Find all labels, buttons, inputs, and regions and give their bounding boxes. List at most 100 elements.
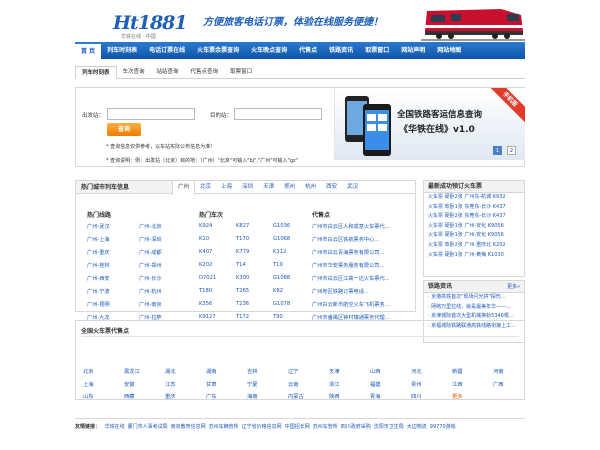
province-link[interactable]: 青海 [370,392,381,400]
province-link[interactable]: 宁夏 [247,380,258,388]
train-number-link[interactable]: K10 [199,236,209,242]
train-number-link[interactable]: K827 [236,223,249,229]
province-link[interactable]: 重庆 [165,392,176,400]
train-number-link[interactable]: T265 [236,288,249,294]
friend-link[interactable]: 南京教育信息网 [171,424,206,430]
province-link[interactable]: 山西 [370,367,381,375]
booking-row[interactable]: 火车票 硬卧2张 广州东-杭城 K932 [424,193,524,203]
train-number-link[interactable]: T14 [236,262,246,268]
hot-line-link[interactable]: 广州-成都 [139,249,162,256]
province-link[interactable]: 海南 [247,392,258,400]
train-number-link[interactable]: T170 [236,236,249,242]
hot-line-link[interactable]: 广州-重庆 [87,249,110,256]
city-tab[interactable]: 天津 [258,181,279,194]
province-link[interactable]: 上海 [83,380,94,388]
province-link[interactable]: 湖北 [165,367,176,375]
hot-line-link[interactable]: 广州-南京 [139,301,162,308]
booking-row[interactable]: 火车票 软卧1张 东莞东-长沙 K437 [424,203,524,213]
friend-link[interactable]: 沈阳市卫生局 [374,424,404,430]
city-tab[interactable]: 上海 [216,181,237,194]
city-tab[interactable]: 西安 [321,181,342,194]
train-number-link[interactable]: K779 [236,249,249,255]
tab-ticket-window[interactable]: 取票窗口 [224,66,258,78]
tab-station-query[interactable]: 站站查询 [151,66,185,78]
nav-statement[interactable]: 网站声明 [395,42,431,59]
province-link[interactable]: 黑龙江 [124,367,140,375]
banner-page-2[interactable]: 2 [507,146,516,155]
friend-link[interactable]: 辽宁省价格信息网 [242,424,282,430]
train-number-link[interactable]: G1036 [273,223,290,229]
hot-line-link[interactable]: 广州-上海 [87,236,110,243]
booking-row[interactable]: 火车票 硬卧1张 广州-安化 K9056 [424,222,524,232]
city-tab[interactable]: 北京 [195,181,216,194]
province-link[interactable]: 山东 [83,392,94,400]
tab-timetable[interactable]: 列车时刻表 [75,66,117,79]
tab-train-query[interactable]: 车次查询 [117,66,151,78]
booking-row[interactable]: 火车票 硬卧1张 广州-黄梅 K1030 [424,251,524,261]
friend-link[interactable]: 四川政府采购 [341,424,371,430]
hot-line-link[interactable]: 广州-武汉 [87,223,110,230]
friend-link[interactable]: 厦门市人事考试局 [128,424,168,430]
agent-link[interactable]: 广州市白云区铁航票务中心... [312,236,379,243]
province-link[interactable]: 广西 [493,380,504,388]
train-number-link[interactable]: T180 [199,288,212,294]
nav-news[interactable]: 铁路资讯 [323,42,359,59]
banner-page-1[interactable]: 1 [493,146,502,155]
hot-line-link[interactable]: 广州-深圳 [139,236,162,243]
train-number-link[interactable]: K82 [273,288,283,294]
province-link[interactable]: 江西 [452,380,463,388]
province-link[interactable]: 云南 [288,380,299,388]
train-number-link[interactable]: T19 [273,262,283,268]
friend-link[interactable]: 苏州车管所 [313,424,338,430]
query-button[interactable]: 查询 [107,123,141,136]
province-link[interactable]: 浙江 [329,380,340,388]
province-link[interactable]: 江苏 [165,380,176,388]
city-tab[interactable]: 武汉 [342,181,363,194]
province-link[interactable]: 北京 [83,367,94,375]
site-logo[interactable]: Ht1881 华铁在线 · 中国 [91,8,188,40]
province-link[interactable]: 更多 [452,392,463,400]
province-link[interactable]: 甘肃 [206,380,217,388]
to-station-input[interactable] [234,108,322,120]
province-link[interactable]: 贵州 [411,380,422,388]
nav-delay-query[interactable]: 火车晚点查询 [245,42,293,59]
agent-link[interactable]: 广州市白云区人和成意火车票代... [312,223,390,230]
train-number-link[interactable]: K312 [273,249,286,255]
agent-link[interactable]: 广州地区铁路订票电话... [312,288,369,295]
province-link[interactable]: 四川 [411,392,422,400]
booking-row[interactable]: 火车票 软卧2张 广州-重庆北 K202 [424,241,524,251]
province-link[interactable]: 河南 [493,367,504,375]
friend-link[interactable]: 99770游戏 [430,424,456,430]
tab-agent-query[interactable]: 代售点查询 [185,66,225,78]
agent-link[interactable]: 广州市白云区江高一达火车票代... [312,275,390,282]
train-number-link[interactable]: G1078 [273,301,290,307]
booking-row[interactable]: 火车票 硬卧2张 东莞东-长沙 K437 [424,212,524,222]
nav-home[interactable]: 首 页 [75,42,102,59]
province-link[interactable]: 吉林 [247,367,258,375]
friend-link[interactable]: 大边物流 [407,424,427,430]
friend-link[interactable]: 苏州车辆管所 [209,424,239,430]
province-link[interactable]: 湖南 [206,367,217,375]
from-station-input[interactable] [107,108,195,120]
hot-line-link[interactable]: 广州-昆明 [87,301,110,308]
train-number-link[interactable]: G1068 [273,236,290,242]
news-row[interactable]: · 京港高铁首次"现场闪光拼"探伤... [424,293,524,303]
train-number-link[interactable]: K407 [199,249,212,255]
friend-link[interactable]: 华铁在线 [105,424,125,430]
city-tab[interactable]: 广州 [172,181,196,195]
nav-sitemap[interactable]: 网站地图 [431,42,467,59]
nav-timetable[interactable]: 列车时刻表 [101,42,143,59]
train-number-link[interactable]: K924 [199,223,212,229]
train-number-link[interactable]: K202 [199,262,212,268]
hot-line-link[interactable]: 广州-宁波 [87,288,110,295]
province-link[interactable]: 内蒙古 [288,392,304,400]
friend-link[interactable]: 中国招长网 [285,424,310,430]
province-link[interactable]: 新疆 [452,367,463,375]
agent-link[interactable]: 广州白云新市航空火车飞机票务... [312,301,390,308]
province-link[interactable]: 广东 [206,392,217,400]
nav-phone-booking[interactable]: 电话订票在线 [143,42,191,59]
city-tab[interactable]: 深圳 [237,181,258,194]
app-banner[interactable]: 全国铁路客运信息查询 《华铁在线》v1.0 手机版 1 2 [334,88,525,160]
province-link[interactable]: 辽宁 [288,367,299,375]
train-number-link[interactable]: G1088 [273,275,290,281]
